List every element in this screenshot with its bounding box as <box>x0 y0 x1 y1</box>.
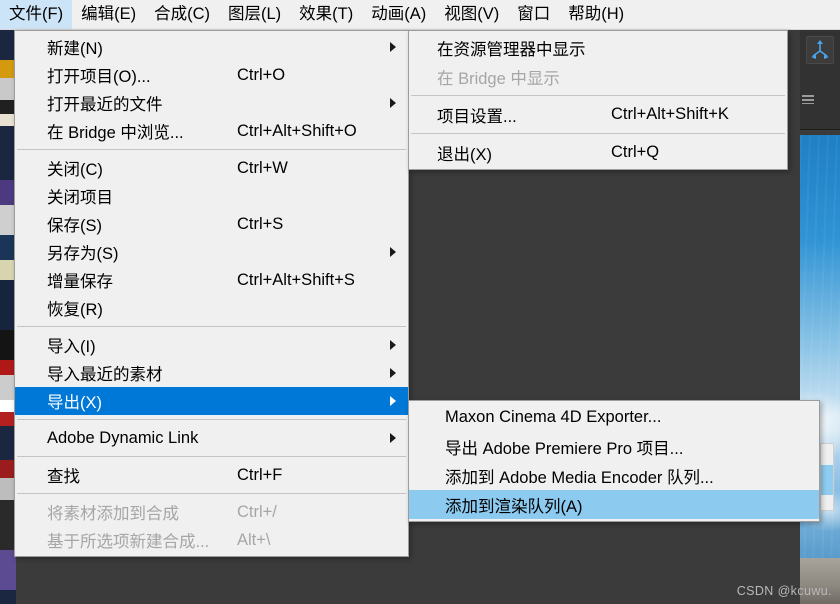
menu-item[interactable]: 在资源管理器中显示 <box>409 33 787 62</box>
menu-item-label: 新建(N) <box>47 40 103 58</box>
menubar-item-7[interactable]: 窗口 <box>508 0 559 29</box>
menu-item-shortcut: Ctrl+S <box>237 214 284 233</box>
menu-item-label: 打开项目(O)... <box>47 68 151 86</box>
menu-item-label: 导出 Adobe Premiere Pro 项目... <box>445 439 684 458</box>
file-secondary-submenu: 在资源管理器中显示在 Bridge 中显示 项目设置... Ctrl+Alt+Shi… <box>408 30 788 170</box>
menubar-item-0[interactable]: 文件(F) <box>0 0 73 29</box>
submenu-arrow-icon <box>390 396 396 406</box>
menu-item[interactable]: 保存(S) Ctrl+S <box>15 210 408 238</box>
menubar-item-6[interactable]: 视图(V) <box>435 0 508 29</box>
menu-item-label: 在 Bridge 中浏览... <box>47 124 184 142</box>
menu-separator <box>17 149 406 150</box>
background-preview-ground <box>800 558 840 604</box>
menu-item-label: 关闭项目 <box>47 189 113 207</box>
menu-item-label: 查找 <box>47 468 80 486</box>
menu-item[interactable]: 添加到渲染队列(A) <box>409 490 819 519</box>
submenu-arrow-icon <box>390 247 396 257</box>
menubar-item-2[interactable]: 合成(C) <box>145 0 219 29</box>
menu-item-label: 打开最近的文件 <box>47 96 163 114</box>
menu-item-label: 导入最近的素材 <box>47 366 163 384</box>
menu-item-label: 保存(S) <box>47 217 102 235</box>
menu-item-label: Adobe Dynamic Link <box>47 428 199 447</box>
menu-item-shortcut: Ctrl+Alt+Shift+K <box>611 105 729 123</box>
menu-item-label: 另存为(S) <box>47 245 119 263</box>
menu-item-shortcut: Ctrl+Alt+Shift+O <box>237 121 357 140</box>
background-preview-image <box>800 135 840 604</box>
menu-item[interactable]: 另存为(S) <box>15 238 408 266</box>
submenu-arrow-icon <box>390 42 396 52</box>
menu-item[interactable]: 增量保存 Ctrl+Alt+Shift+S <box>15 266 408 294</box>
menu-item-label: 在资源管理器中显示 <box>437 40 586 59</box>
submenu-arrow-icon <box>390 433 396 443</box>
menu-item[interactable]: 在 Bridge 中浏览... Ctrl+Alt+Shift+O <box>15 117 408 145</box>
menu-item-label: 增量保存 <box>47 273 113 291</box>
export-submenu: Maxon Cinema 4D Exporter... 导出 Adobe Prem… <box>408 400 820 522</box>
menubar-item-3[interactable]: 图层(L) <box>219 0 290 29</box>
menu-item-shortcut: Ctrl+Q <box>611 143 660 161</box>
menu-item-label: 退出(X) <box>437 145 492 164</box>
menu-separator <box>17 493 406 494</box>
menu-separator <box>17 419 406 420</box>
background-scrollbar-thumb[interactable] <box>821 465 833 495</box>
menu-item[interactable]: 导出(X) <box>15 387 408 415</box>
menu-item-label: 添加到 Adobe Media Encoder 队列... <box>445 468 714 487</box>
submenu-arrow-icon <box>390 368 396 378</box>
menu-item[interactable]: 项目设置... Ctrl+Alt+Shift+K <box>409 100 787 129</box>
menubar-item-1[interactable]: 编辑(E) <box>72 0 145 29</box>
menu-item[interactable]: 添加到 Adobe Media Encoder 队列... <box>409 461 819 490</box>
menu-item-label: 将素材添加到合成 <box>47 505 179 523</box>
menu-item-label: 导出(X) <box>47 394 102 412</box>
menu-item-label: 添加到渲染队列(A) <box>445 497 583 516</box>
menu-item-shortcut: Ctrl+Alt+Shift+S <box>237 270 355 289</box>
menu-item: 在 Bridge 中显示 <box>409 62 787 91</box>
submenu-arrow-icon <box>390 340 396 350</box>
menu-item: 将素材添加到合成 Ctrl+/ <box>15 498 408 526</box>
menu-item[interactable]: 导出 Adobe Premiere Pro 项目... <box>409 432 819 461</box>
menu-item-label: 导入(I) <box>47 338 96 356</box>
menu-bar: 文件(F) 编辑(E) 合成(C) 图层(L) 效果(T) 动画(A) 视图(V) 窗口 帮助(… <box>0 0 840 30</box>
menu-item[interactable]: Adobe Dynamic Link <box>15 424 408 452</box>
background-panel-menu-icon[interactable] <box>802 95 814 104</box>
menu-item[interactable]: 打开项目(O)... Ctrl+O <box>15 61 408 89</box>
menu-item-shortcut: Ctrl+F <box>237 465 283 484</box>
menu-item: 基于所选项新建合成... Alt+\ <box>15 526 408 554</box>
three-axis-icon <box>811 40 829 59</box>
file-menu-dropdown: 新建(N) 打开项目(O)... Ctrl+O 打开最近的文件在 Bridge 中浏览… <box>14 30 409 557</box>
menu-item-label: 基于所选项新建合成... <box>47 533 210 551</box>
menu-item[interactable]: 新建(N) <box>15 33 408 61</box>
menu-item[interactable]: 打开最近的文件 <box>15 89 408 117</box>
menubar-item-5[interactable]: 动画(A) <box>362 0 435 29</box>
menu-item-shortcut: Ctrl+/ <box>237 502 277 521</box>
menu-item-label: 关闭(C) <box>47 161 103 179</box>
menu-item-shortcut: Ctrl+O <box>237 65 286 84</box>
menu-item-shortcut: Alt+\ <box>237 530 271 549</box>
menu-item[interactable]: 关闭(C) Ctrl+W <box>15 154 408 182</box>
menu-separator <box>411 133 785 134</box>
menu-separator <box>17 456 406 457</box>
menu-item[interactable]: 查找 Ctrl+F <box>15 461 408 489</box>
menu-item-shortcut: Ctrl+W <box>237 158 288 177</box>
menu-separator <box>411 95 785 96</box>
menu-item[interactable]: 导入(I) <box>15 331 408 359</box>
menu-item-label: 在 Bridge 中显示 <box>437 69 560 88</box>
menu-item-label: 项目设置... <box>437 107 517 126</box>
submenu-arrow-icon <box>390 98 396 108</box>
menu-item[interactable]: Maxon Cinema 4D Exporter... <box>409 403 819 432</box>
menu-item[interactable]: 导入最近的素材 <box>15 359 408 387</box>
background-preview-streaks <box>800 135 840 604</box>
screen-root: 文件(F) 编辑(E) 合成(C) 图层(L) 效果(T) 动画(A) 视图(V) 窗口 帮助(… <box>0 0 840 604</box>
menu-item[interactable]: 退出(X) Ctrl+Q <box>409 138 787 167</box>
menubar-item-8[interactable]: 帮助(H) <box>559 0 633 29</box>
menu-item-label: 恢复(R) <box>47 301 103 319</box>
menu-item[interactable]: 恢复(R) <box>15 294 408 322</box>
menu-item-label: Maxon Cinema 4D Exporter... <box>445 408 662 426</box>
menu-separator <box>17 326 406 327</box>
menubar-item-4[interactable]: 效果(T) <box>290 0 362 29</box>
menu-item[interactable]: 关闭项目 <box>15 182 408 210</box>
